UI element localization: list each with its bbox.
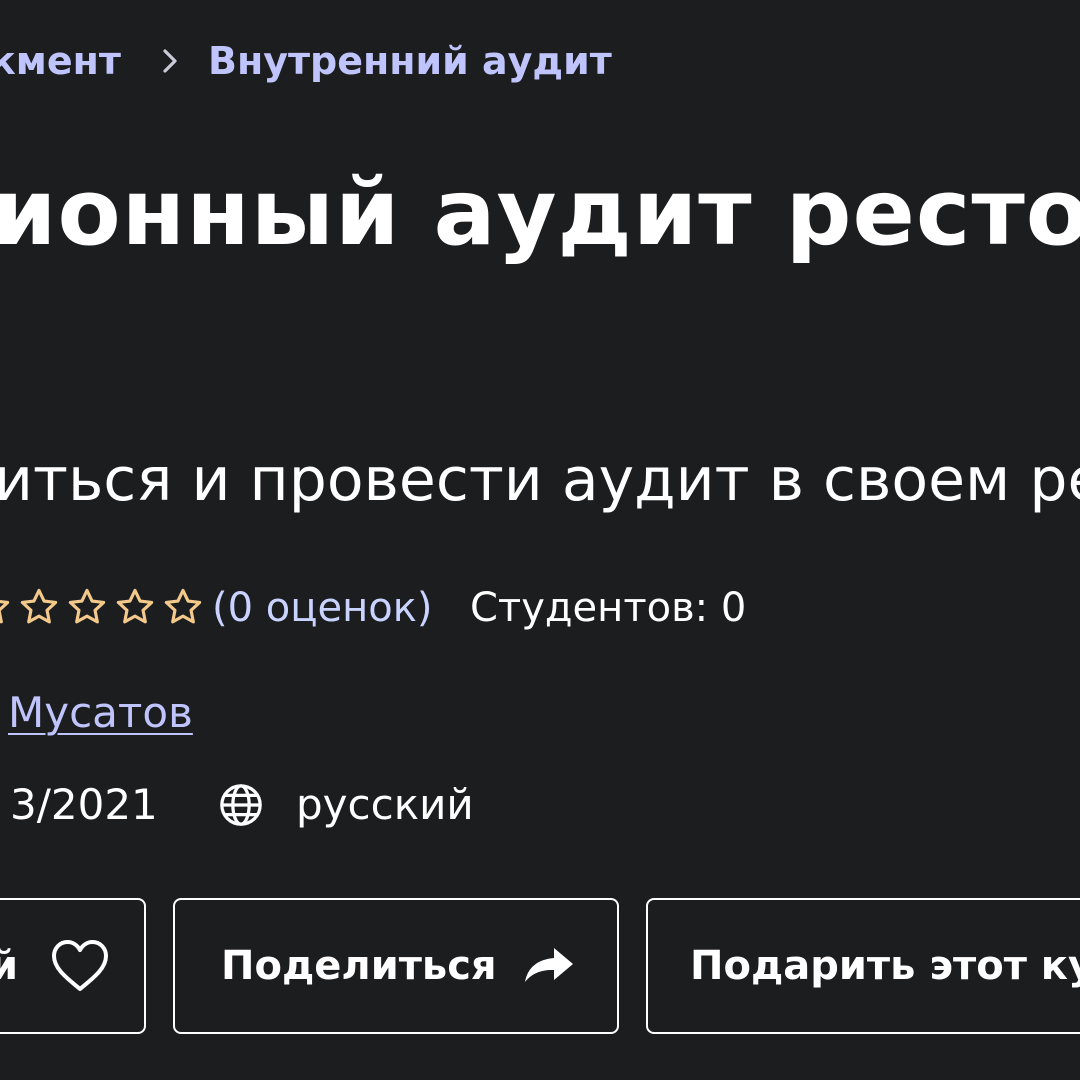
course-header: кмент Внутренний аудит ионный аудит рест… xyxy=(0,0,1080,1080)
heart-outline-icon xyxy=(52,940,109,991)
students-count: Студентов: 0 xyxy=(470,585,747,631)
course-title: ионный аудит рестор xyxy=(0,159,1080,266)
wishlist-button-label: й xyxy=(0,943,19,989)
breadcrumb-item-category[interactable]: кмент xyxy=(0,36,121,86)
breadcrumb-item-subcategory[interactable]: Внутренний аудит xyxy=(208,36,612,86)
rating-count[interactable]: (0 оценок) xyxy=(212,582,432,634)
instructor-link[interactable]: Мусатов xyxy=(8,686,193,740)
course-subtitle: иться и провести аудит в своем ресто xyxy=(0,445,1080,515)
wishlist-button[interactable]: й xyxy=(0,898,146,1034)
star-outline-icon xyxy=(20,588,58,624)
share-arrow-icon xyxy=(524,948,573,982)
globe-icon xyxy=(218,782,264,828)
star-outline-icon xyxy=(0,599,10,624)
share-button-label: Поделиться xyxy=(221,943,497,989)
last-updated-date: 3/2021 xyxy=(10,780,158,829)
star-outline-icon xyxy=(116,588,154,624)
course-language: русский xyxy=(296,780,474,829)
gift-button-label: Подарить этот ку xyxy=(690,943,1080,989)
star-outline-icon xyxy=(68,588,106,624)
rating-stars xyxy=(0,586,204,632)
star-outline-icon xyxy=(164,588,202,624)
share-button[interactable]: Поделиться xyxy=(173,898,619,1034)
chevron-right-icon xyxy=(160,46,182,76)
gift-course-button[interactable]: Подарить этот ку xyxy=(646,898,1080,1034)
